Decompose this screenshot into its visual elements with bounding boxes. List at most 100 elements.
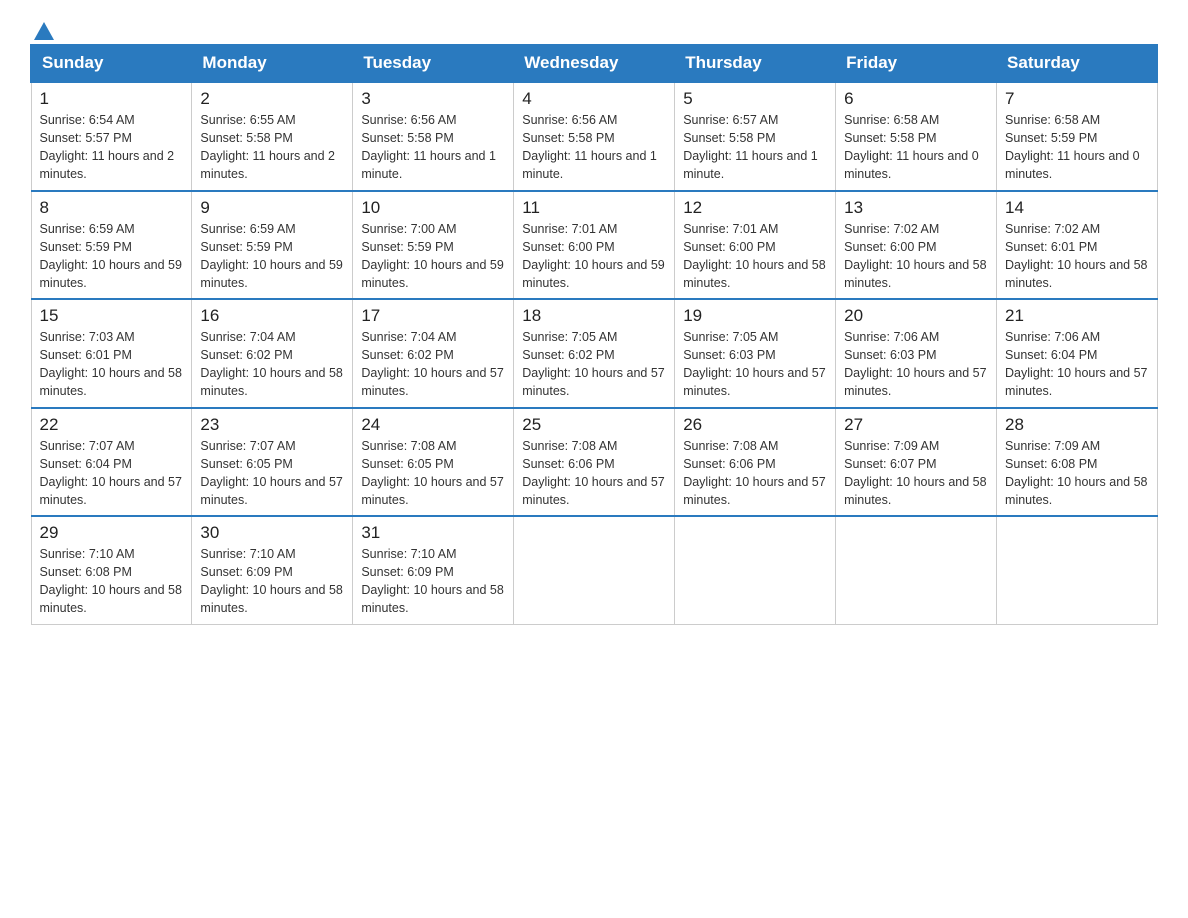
calendar-cell: 21 Sunrise: 7:06 AMSunset: 6:04 PMDaylig… — [997, 299, 1158, 408]
calendar-cell: 20 Sunrise: 7:06 AMSunset: 6:03 PMDaylig… — [836, 299, 997, 408]
day-info: Sunrise: 7:08 AMSunset: 6:06 PMDaylight:… — [683, 437, 827, 510]
day-info: Sunrise: 7:05 AMSunset: 6:03 PMDaylight:… — [683, 328, 827, 401]
day-number: 15 — [40, 306, 184, 326]
calendar-cell: 10 Sunrise: 7:00 AMSunset: 5:59 PMDaylig… — [353, 191, 514, 300]
day-info: Sunrise: 7:01 AMSunset: 6:00 PMDaylight:… — [522, 220, 666, 293]
column-header-monday: Monday — [192, 45, 353, 83]
day-number: 4 — [522, 89, 666, 109]
day-number: 10 — [361, 198, 505, 218]
calendar-cell: 25 Sunrise: 7:08 AMSunset: 6:06 PMDaylig… — [514, 408, 675, 517]
day-number: 25 — [522, 415, 666, 435]
day-number: 16 — [200, 306, 344, 326]
logo-triangle-icon — [34, 22, 54, 40]
calendar-header-row: SundayMondayTuesdayWednesdayThursdayFrid… — [31, 45, 1158, 83]
calendar-cell: 12 Sunrise: 7:01 AMSunset: 6:00 PMDaylig… — [675, 191, 836, 300]
calendar-cell: 15 Sunrise: 7:03 AMSunset: 6:01 PMDaylig… — [31, 299, 192, 408]
day-number: 12 — [683, 198, 827, 218]
day-number: 11 — [522, 198, 666, 218]
day-number: 31 — [361, 523, 505, 543]
day-info: Sunrise: 6:55 AMSunset: 5:58 PMDaylight:… — [200, 111, 344, 184]
calendar-cell: 14 Sunrise: 7:02 AMSunset: 6:01 PMDaylig… — [997, 191, 1158, 300]
day-info: Sunrise: 7:04 AMSunset: 6:02 PMDaylight:… — [361, 328, 505, 401]
day-number: 28 — [1005, 415, 1149, 435]
column-header-friday: Friday — [836, 45, 997, 83]
day-info: Sunrise: 7:10 AMSunset: 6:08 PMDaylight:… — [40, 545, 184, 618]
calendar-cell: 19 Sunrise: 7:05 AMSunset: 6:03 PMDaylig… — [675, 299, 836, 408]
calendar-cell: 2 Sunrise: 6:55 AMSunset: 5:58 PMDayligh… — [192, 82, 353, 191]
column-header-thursday: Thursday — [675, 45, 836, 83]
calendar-cell — [836, 516, 997, 624]
day-number: 5 — [683, 89, 827, 109]
column-header-tuesday: Tuesday — [353, 45, 514, 83]
day-number: 24 — [361, 415, 505, 435]
day-number: 13 — [844, 198, 988, 218]
day-info: Sunrise: 6:58 AMSunset: 5:59 PMDaylight:… — [1005, 111, 1149, 184]
day-number: 23 — [200, 415, 344, 435]
calendar-cell: 29 Sunrise: 7:10 AMSunset: 6:08 PMDaylig… — [31, 516, 192, 624]
calendar-cell — [675, 516, 836, 624]
day-info: Sunrise: 7:02 AMSunset: 6:01 PMDaylight:… — [1005, 220, 1149, 293]
column-header-wednesday: Wednesday — [514, 45, 675, 83]
calendar-week-row: 22 Sunrise: 7:07 AMSunset: 6:04 PMDaylig… — [31, 408, 1158, 517]
day-number: 26 — [683, 415, 827, 435]
calendar-cell — [514, 516, 675, 624]
day-info: Sunrise: 7:07 AMSunset: 6:04 PMDaylight:… — [40, 437, 184, 510]
calendar-cell: 30 Sunrise: 7:10 AMSunset: 6:09 PMDaylig… — [192, 516, 353, 624]
calendar-cell: 5 Sunrise: 6:57 AMSunset: 5:58 PMDayligh… — [675, 82, 836, 191]
day-number: 3 — [361, 89, 505, 109]
calendar-cell: 27 Sunrise: 7:09 AMSunset: 6:07 PMDaylig… — [836, 408, 997, 517]
day-info: Sunrise: 7:04 AMSunset: 6:02 PMDaylight:… — [200, 328, 344, 401]
day-number: 29 — [40, 523, 184, 543]
day-info: Sunrise: 7:08 AMSunset: 6:05 PMDaylight:… — [361, 437, 505, 510]
calendar-cell: 22 Sunrise: 7:07 AMSunset: 6:04 PMDaylig… — [31, 408, 192, 517]
calendar-cell: 31 Sunrise: 7:10 AMSunset: 6:09 PMDaylig… — [353, 516, 514, 624]
calendar-cell: 6 Sunrise: 6:58 AMSunset: 5:58 PMDayligh… — [836, 82, 997, 191]
day-info: Sunrise: 6:54 AMSunset: 5:57 PMDaylight:… — [40, 111, 184, 184]
day-number: 1 — [40, 89, 184, 109]
calendar-cell: 13 Sunrise: 7:02 AMSunset: 6:00 PMDaylig… — [836, 191, 997, 300]
calendar-cell: 28 Sunrise: 7:09 AMSunset: 6:08 PMDaylig… — [997, 408, 1158, 517]
day-info: Sunrise: 7:03 AMSunset: 6:01 PMDaylight:… — [40, 328, 184, 401]
day-number: 19 — [683, 306, 827, 326]
day-info: Sunrise: 7:01 AMSunset: 6:00 PMDaylight:… — [683, 220, 827, 293]
calendar-cell — [997, 516, 1158, 624]
calendar-cell: 26 Sunrise: 7:08 AMSunset: 6:06 PMDaylig… — [675, 408, 836, 517]
page-header — [30, 20, 1158, 34]
calendar-cell: 11 Sunrise: 7:01 AMSunset: 6:00 PMDaylig… — [514, 191, 675, 300]
calendar-week-row: 15 Sunrise: 7:03 AMSunset: 6:01 PMDaylig… — [31, 299, 1158, 408]
day-number: 27 — [844, 415, 988, 435]
day-number: 18 — [522, 306, 666, 326]
day-number: 7 — [1005, 89, 1149, 109]
calendar-week-row: 8 Sunrise: 6:59 AMSunset: 5:59 PMDayligh… — [31, 191, 1158, 300]
day-info: Sunrise: 6:59 AMSunset: 5:59 PMDaylight:… — [200, 220, 344, 293]
column-header-sunday: Sunday — [31, 45, 192, 83]
day-info: Sunrise: 7:05 AMSunset: 6:02 PMDaylight:… — [522, 328, 666, 401]
calendar-cell: 24 Sunrise: 7:08 AMSunset: 6:05 PMDaylig… — [353, 408, 514, 517]
calendar-cell: 18 Sunrise: 7:05 AMSunset: 6:02 PMDaylig… — [514, 299, 675, 408]
day-number: 21 — [1005, 306, 1149, 326]
day-number: 17 — [361, 306, 505, 326]
day-info: Sunrise: 6:58 AMSunset: 5:58 PMDaylight:… — [844, 111, 988, 184]
calendar-cell: 9 Sunrise: 6:59 AMSunset: 5:59 PMDayligh… — [192, 191, 353, 300]
day-info: Sunrise: 7:10 AMSunset: 6:09 PMDaylight:… — [361, 545, 505, 618]
day-number: 22 — [40, 415, 184, 435]
calendar-cell: 4 Sunrise: 6:56 AMSunset: 5:58 PMDayligh… — [514, 82, 675, 191]
calendar-cell: 1 Sunrise: 6:54 AMSunset: 5:57 PMDayligh… — [31, 82, 192, 191]
day-number: 8 — [40, 198, 184, 218]
day-info: Sunrise: 7:00 AMSunset: 5:59 PMDaylight:… — [361, 220, 505, 293]
calendar-week-row: 29 Sunrise: 7:10 AMSunset: 6:08 PMDaylig… — [31, 516, 1158, 624]
day-info: Sunrise: 7:02 AMSunset: 6:00 PMDaylight:… — [844, 220, 988, 293]
calendar-cell: 7 Sunrise: 6:58 AMSunset: 5:59 PMDayligh… — [997, 82, 1158, 191]
calendar-week-row: 1 Sunrise: 6:54 AMSunset: 5:57 PMDayligh… — [31, 82, 1158, 191]
day-info: Sunrise: 6:59 AMSunset: 5:59 PMDaylight:… — [40, 220, 184, 293]
logo — [30, 20, 54, 34]
day-info: Sunrise: 7:08 AMSunset: 6:06 PMDaylight:… — [522, 437, 666, 510]
day-info: Sunrise: 7:09 AMSunset: 6:07 PMDaylight:… — [844, 437, 988, 510]
day-number: 2 — [200, 89, 344, 109]
day-info: Sunrise: 6:56 AMSunset: 5:58 PMDaylight:… — [361, 111, 505, 184]
day-info: Sunrise: 6:57 AMSunset: 5:58 PMDaylight:… — [683, 111, 827, 184]
day-info: Sunrise: 7:10 AMSunset: 6:09 PMDaylight:… — [200, 545, 344, 618]
day-number: 20 — [844, 306, 988, 326]
day-number: 14 — [1005, 198, 1149, 218]
calendar-cell: 17 Sunrise: 7:04 AMSunset: 6:02 PMDaylig… — [353, 299, 514, 408]
